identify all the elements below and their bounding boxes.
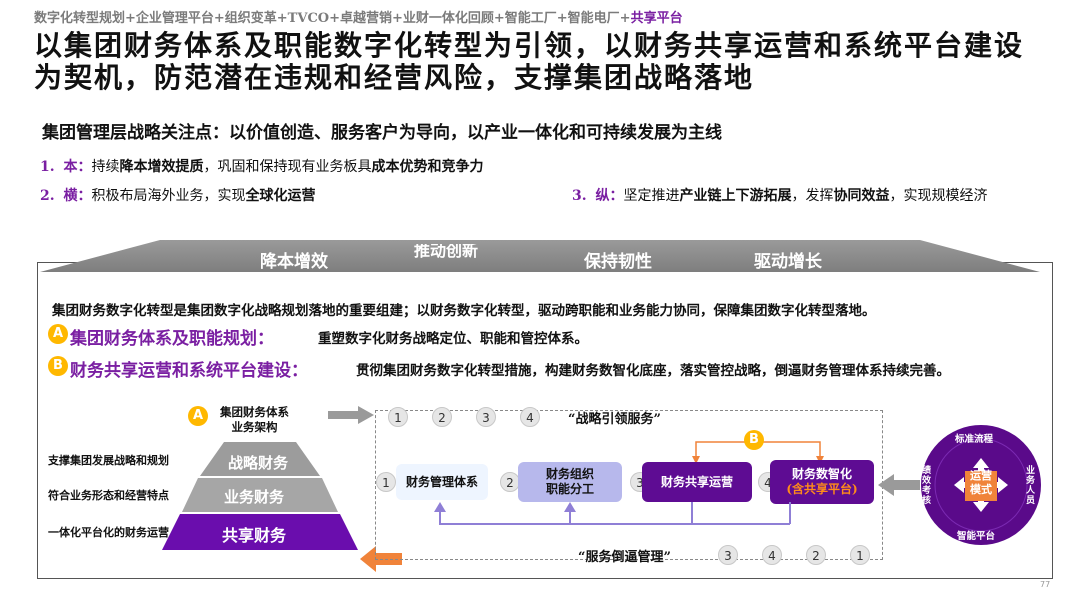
top-step-4: 4 [520,407,540,427]
pyramid-note-3: 一体化平台化的财务运营 [48,526,169,539]
page-title: 以集团财务体系及职能数字化转型为引领，以财务共享运营和系统平台建设为契机，防范潜… [34,29,1025,94]
pyramid-caption: 集团财务体系 业务架构 [220,405,289,434]
pyramid-badge-a: A [188,406,208,426]
page-number: 77 [1040,580,1051,589]
section-b-title: 财务共享运营和系统平台建设： [70,361,308,381]
ops-right-label: 业务人员 [1026,466,1036,506]
banner-tab-3: 保持韧性 [584,252,652,272]
top-step-1: 1 [388,407,408,427]
intro-text: 集团财务数字化转型是集团数字化战略规划落地的重要组建；以财务数字化转型，驱动跨职… [52,303,876,319]
banner-tab-4: 驱动增长 [754,252,822,272]
section-b-desc: 贯彻集团财务数字化转型措施，构建财务数智化底座，落实管控战略，倒逼财务管理体系持… [356,363,950,379]
node-shared-ops: 财务共享运营 [642,462,752,502]
banner-shape [40,240,1040,272]
top-step-2: 2 [432,407,452,427]
pyramid-note-2: 符合业务形态和经营特点 [48,489,169,502]
badge-b: B [48,356,68,376]
section-a-title: 集团财务体系及职能规划： [70,329,274,349]
point-3: 3. 纵：坚定推进产业链上下游拓展，发挥协同效益，实现规模经济 [572,188,988,204]
bottom-step-3: 3 [718,545,738,565]
breadcrumb-items: 数字化转型规划+企业管理平台+组织变革+TVCO+卓越营销+业财一体化回顾+智能… [34,11,631,26]
pyramid-label-shared: 共享财务 [222,526,287,545]
node-1-num: 1 [376,472,396,492]
banner-tab-1: 降本增效 [260,252,328,272]
bottom-step-2: 2 [806,545,826,565]
pyramid-label-business: 业务财务 [224,488,285,506]
banner [40,240,1040,272]
node-finance-system: 财务管理体系 [396,464,488,500]
top-flow-title: “战略引领服务” [568,412,661,427]
ops-center-label: 运营 模式 [970,469,992,496]
node-2-num: 2 [500,472,520,492]
point-2: 2. 横：积极布局海外业务，实现全球化运营 [40,188,316,204]
bottom-flow-title: “服务倒逼管理” [578,550,671,565]
pyramid-label-strategy: 战略财务 [228,454,289,472]
point-1: 1. 本：持续降本增效提质，巩固和保持现有业务板具成本优势和竞争力 [40,159,484,175]
banner-tab-2: 推动创新 [414,244,479,260]
node-digital-intel: 财务数智化 (含共享平台) [770,460,874,504]
pyramid-note-1: 支撑集团发展战略和规划 [48,454,169,467]
left-gray-arrow-icon [878,474,920,496]
top-step-3: 3 [476,407,496,427]
breadcrumb-current: 共享平台 [630,11,683,26]
badge-a: A [48,324,68,344]
section-a-desc: 重塑数字化财务战略定位、职能和管控体系。 [318,331,588,347]
subheading: 集团管理层战略关注点：以价值创造、服务客户为导向，以产业一体化和可持续发展为主线 [42,123,722,143]
flow-badge-b: B [744,430,764,450]
ops-left-label: 绩效考核 [922,466,932,506]
node-finance-org: 财务组织 职能分工 [518,462,622,502]
right-arrow-icon [328,406,374,424]
bottom-step-4: 4 [762,545,782,565]
feedback-lines [434,502,791,525]
ops-top-label: 标准流程 [955,434,994,445]
breadcrumb: 数字化转型规划+企业管理平台+组织变革+TVCO+卓越营销+业财一体化回顾+智能… [34,7,683,26]
ops-bottom-label: 智能平台 [957,531,996,542]
bottom-step-1: 1 [850,545,870,565]
